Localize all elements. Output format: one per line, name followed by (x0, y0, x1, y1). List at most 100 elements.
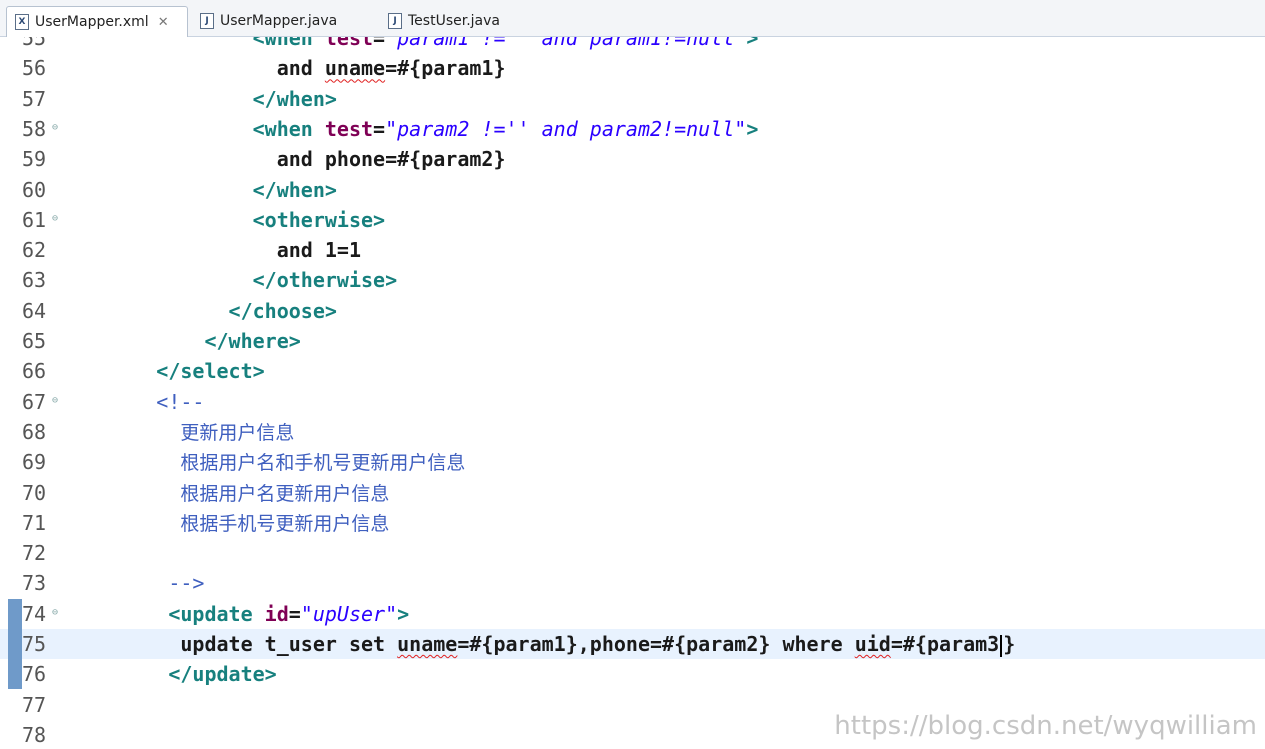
code-text: and 1=1 (72, 235, 361, 265)
comment-text: 根据用户名更新用户信息 (180, 482, 390, 505)
close-tab-icon[interactable]: ✕ (158, 15, 169, 30)
code-line[interactable]: 59 and phone=#{param2} (0, 144, 1265, 174)
code-line[interactable]: 69 根据用户名和手机号更新用户信息 (0, 447, 1265, 477)
code-text: update t_user set uname=#{param1},phone=… (72, 629, 1015, 659)
code-token: </when> (252, 177, 337, 202)
tab-usermapper-java[interactable]: J UserMapper.java (192, 6, 372, 36)
comment-text: 根据手机号更新用户信息 (180, 512, 390, 535)
tab-label: UserMapper.java (220, 13, 338, 29)
fold-toggle-icon[interactable]: ⊖ (52, 213, 58, 225)
tab-label: UserMapper.xml (35, 14, 149, 30)
code-line[interactable]: 71 根据手机号更新用户信息 (0, 508, 1265, 538)
code-line[interactable]: 73 --> (0, 568, 1265, 598)
code-text: </where> (72, 326, 301, 356)
code-token: =#{param3 (890, 632, 1000, 656)
line-number: 68 (22, 419, 47, 444)
code-token: = (288, 601, 301, 626)
code-line[interactable]: 74 ⊖ <update id="upUser"> (0, 598, 1265, 629)
spelling-warning: uname (324, 56, 386, 81)
code-text: 更新用户信息 (72, 417, 294, 447)
fold-toggle-icon[interactable]: ⊖ (52, 607, 58, 619)
code-line[interactable]: 55 <when test="param1 !='' and param1!=n… (0, 37, 1265, 53)
code-token: </select> (156, 359, 265, 384)
code-line[interactable]: 76 </update> (0, 659, 1265, 690)
code-line[interactable]: 63 </otherwise> (0, 265, 1265, 295)
code-text: 根据用户名更新用户信息 (72, 478, 389, 508)
code-line[interactable]: 58 ⊖ <when test="param2 !='' and param2!=… (0, 114, 1265, 144)
editor-tab-bar: X UserMapper.xml ✕ J UserMapper.java J T… (0, 0, 1265, 37)
spelling-warning: uid (854, 632, 891, 656)
code-token: test (324, 37, 374, 50)
watermark: https://blog.csdn.net/wyqwilliam (834, 711, 1257, 741)
code-token: update t_user set (180, 632, 398, 656)
line-number: 59 (22, 147, 47, 172)
line-number: 57 (22, 86, 47, 111)
code-text: </when> (72, 84, 337, 114)
code-text: </update> (72, 659, 276, 689)
code-editor[interactable]: 55 <when test="param1 !='' and param1!=n… (0, 37, 1265, 749)
code-token: id (264, 601, 289, 626)
code-token: =#{param1} (385, 56, 506, 81)
line-number: 69 (22, 450, 47, 475)
code-text: <!-- (72, 387, 204, 417)
code-token: } (1003, 632, 1016, 656)
comment-text: 更新用户信息 (180, 421, 295, 444)
code-token: <when (252, 116, 325, 141)
code-line[interactable]: 65 </where> (0, 326, 1265, 356)
code-text: 根据手机号更新用户信息 (72, 508, 389, 538)
code-token: "param2 !='' and param2!=null" (385, 116, 747, 141)
code-text: <when test="param2 !='' and param2!=null… (72, 114, 759, 144)
code-line[interactable]: 72 (0, 538, 1265, 568)
line-number: 62 (22, 238, 47, 263)
code-token: <when (252, 37, 325, 50)
code-text: 根据用户名和手机号更新用户信息 (72, 447, 465, 477)
change-marker (8, 598, 22, 629)
code-token: and phone=#{param2} (276, 147, 506, 172)
code-token: = (373, 37, 386, 50)
code-token: = (373, 116, 386, 141)
code-line[interactable]: 67 ⊖ <!-- (0, 387, 1265, 417)
line-number: 75 (22, 632, 47, 656)
xml-file-icon: X (15, 14, 29, 30)
code-line[interactable]: 62 and 1=1 (0, 235, 1265, 265)
tab-testuser-java[interactable]: J TestUser.java (380, 6, 540, 36)
code-line[interactable]: 56 and uname=#{param1} (0, 53, 1265, 83)
code-text: </when> (72, 175, 337, 205)
tab-usermapper-xml[interactable]: X UserMapper.xml ✕ (6, 6, 188, 37)
code-text: </otherwise> (72, 265, 398, 295)
line-number: 63 (22, 268, 47, 293)
comment-text: 根据用户名和手机号更新用户信息 (180, 452, 466, 475)
line-number: 73 (22, 571, 47, 596)
tab-label: TestUser.java (408, 13, 500, 29)
comment-delimiter: --> (156, 571, 205, 596)
code-token: "param1 !='' and param1!=null" (385, 37, 747, 50)
code-line[interactable]: 68 更新用户信息 (0, 417, 1265, 447)
fold-toggle-icon[interactable]: ⊖ (52, 122, 58, 134)
spelling-warning: uname (397, 632, 458, 656)
java-file-icon: J (200, 13, 214, 29)
code-line[interactable]: 70 根据用户名更新用户信息 (0, 478, 1265, 508)
code-token: > (746, 116, 759, 141)
code-text: and phone=#{param2} (72, 144, 506, 174)
code-token: <otherwise> (252, 207, 386, 232)
line-number: 56 (22, 56, 47, 81)
code-text: <when test="param1 !='' and param1!=null… (72, 37, 759, 53)
change-marker (8, 659, 22, 690)
code-line[interactable]: 66 </select> (0, 356, 1265, 386)
code-text: --> (72, 568, 204, 598)
text-caret (1000, 634, 1003, 657)
code-token: > (746, 37, 759, 50)
fold-toggle-icon[interactable]: ⊖ (52, 395, 58, 407)
code-line[interactable]: 60 </when> (0, 175, 1265, 205)
code-token: </where> (204, 329, 301, 353)
code-token: and (276, 56, 325, 81)
line-number: 64 (22, 298, 47, 323)
code-line[interactable]: 64 </choose> (0, 296, 1265, 326)
comment-delimiter: <!-- (156, 389, 205, 414)
code-token: </otherwise> (252, 268, 398, 293)
change-marker (8, 629, 22, 659)
line-number: 72 (22, 541, 47, 566)
code-line[interactable]: 61 ⊖ <otherwise> (0, 205, 1265, 235)
code-line[interactable]: 57 </when> (0, 84, 1265, 114)
current-line[interactable]: 75 update t_user set uname=#{param1},pho… (0, 629, 1265, 659)
